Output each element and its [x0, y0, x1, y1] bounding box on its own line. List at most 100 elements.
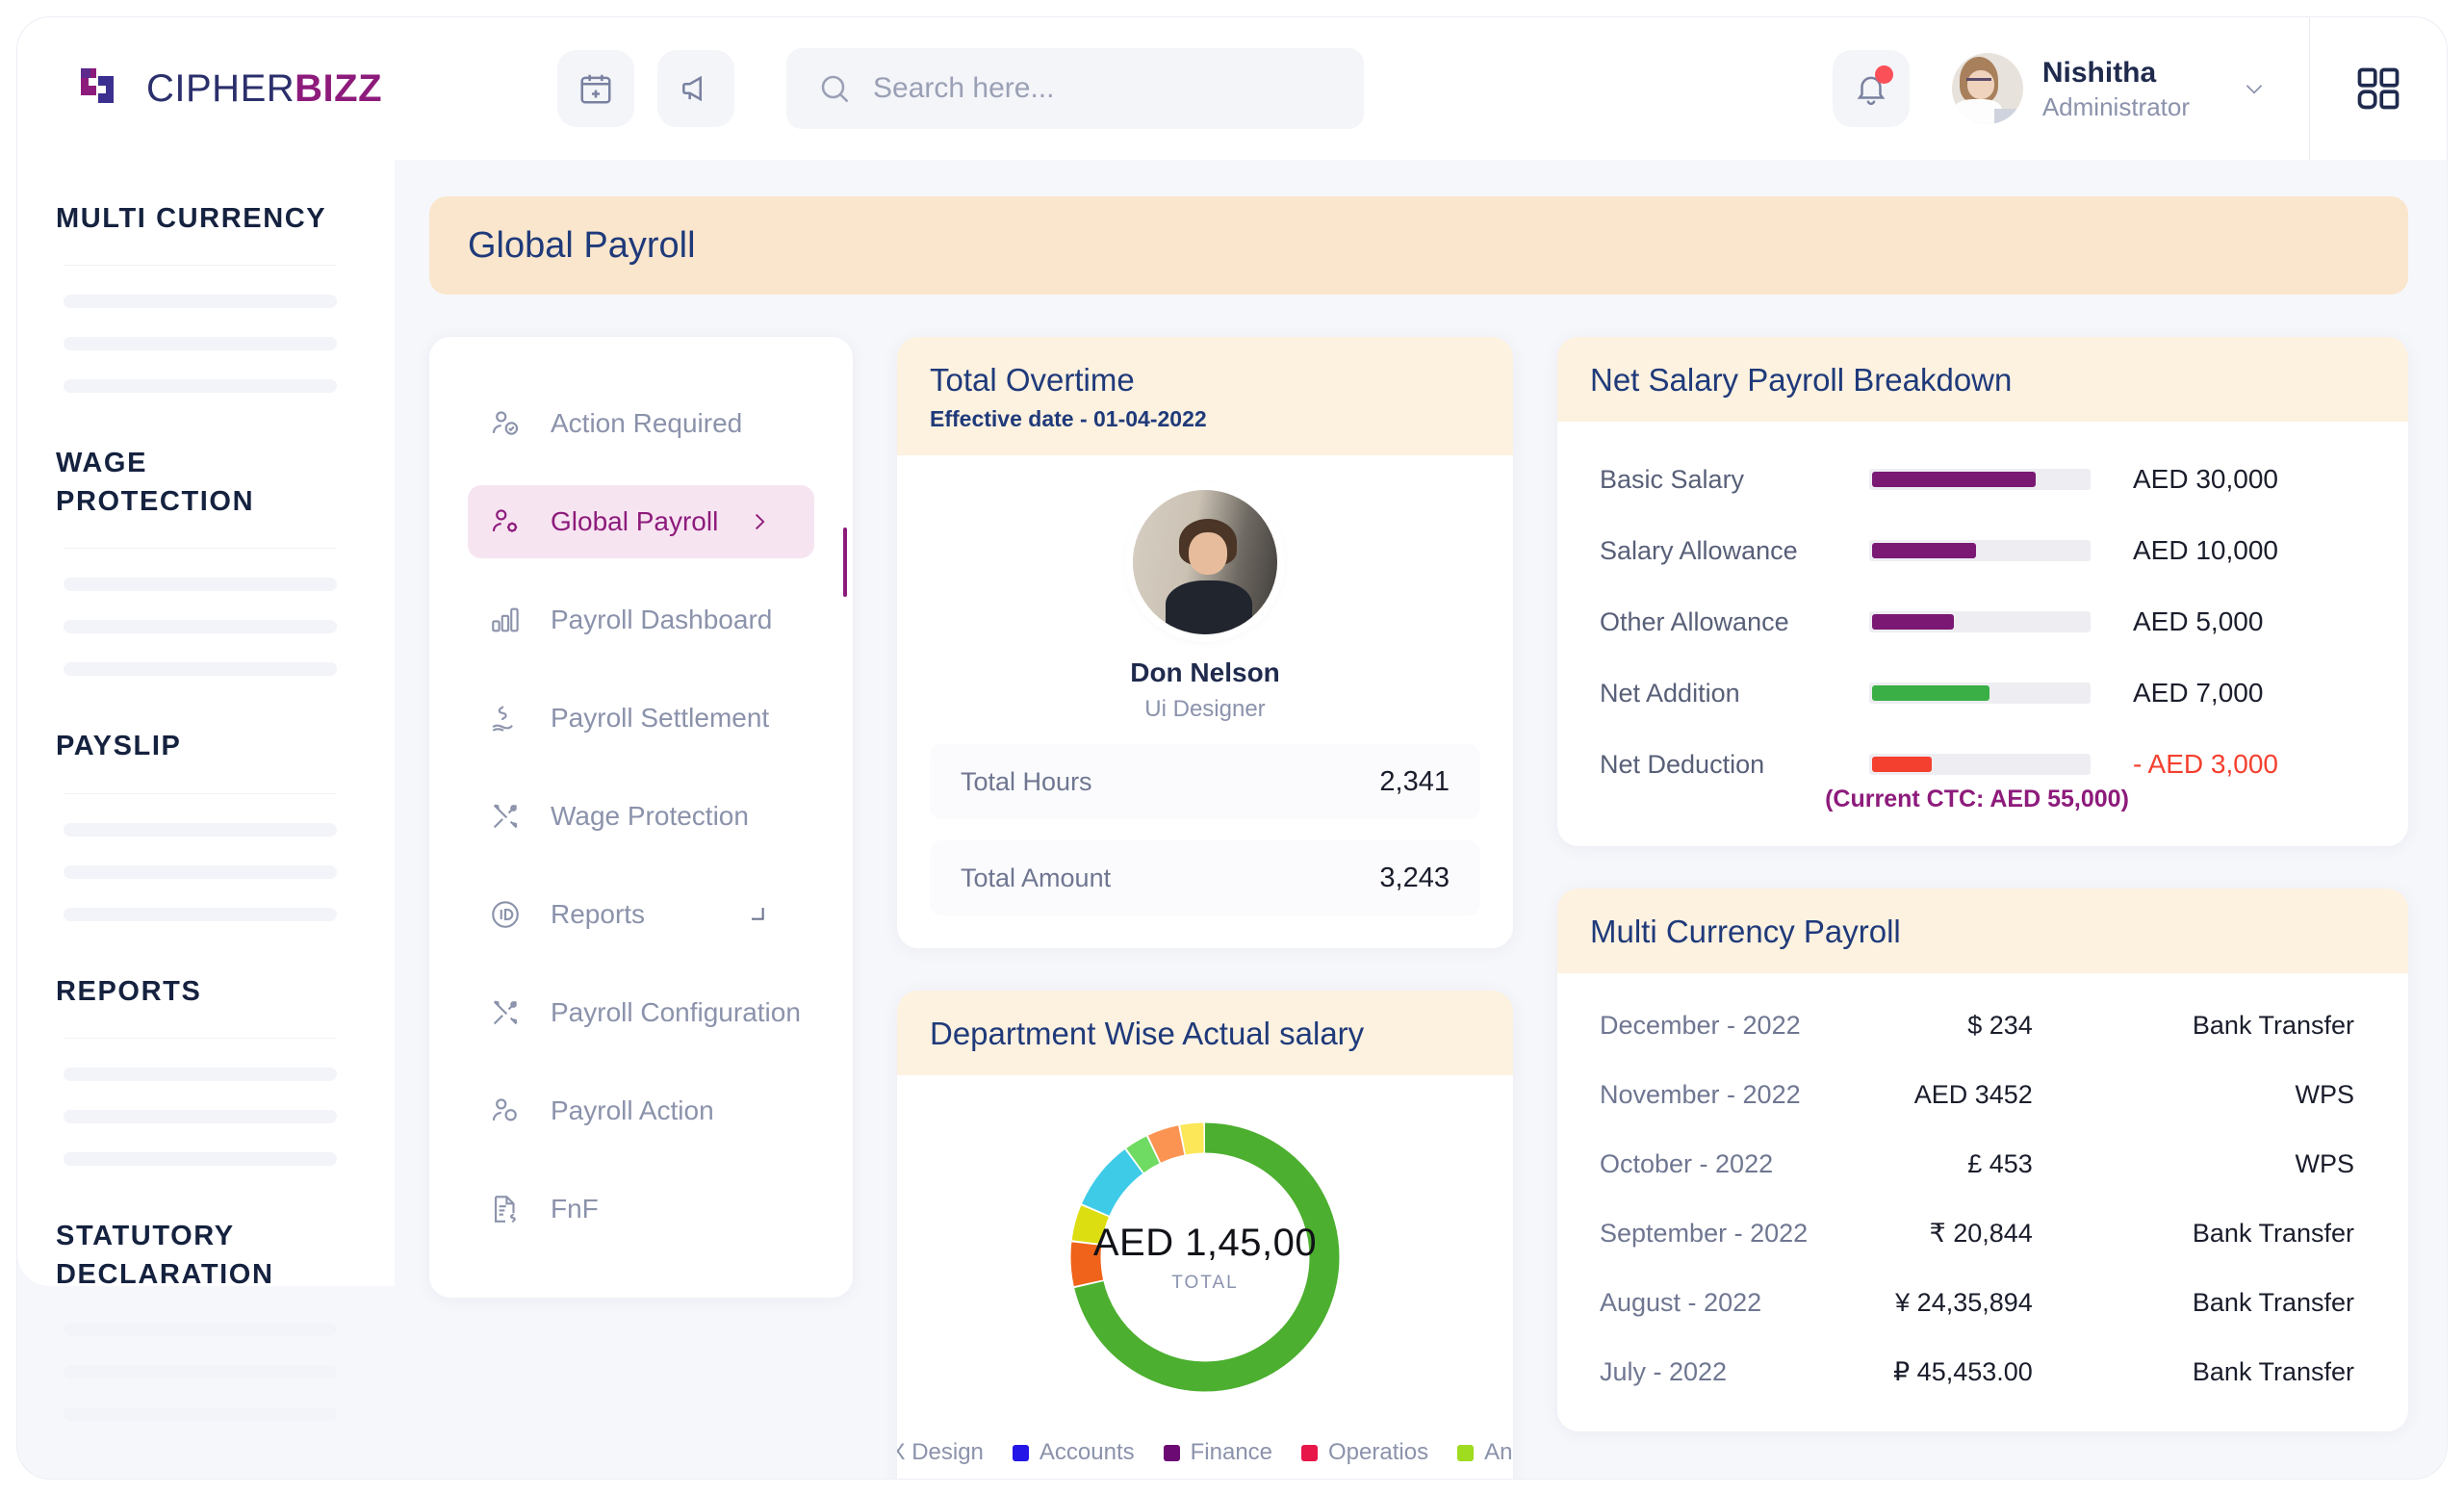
apps-grid-button[interactable]: [2310, 17, 2447, 160]
skeleton-line: [64, 1110, 337, 1124]
hand-money-icon: [492, 706, 513, 732]
skeleton-line: [64, 295, 337, 309]
sidebar-section-reports: REPORTS: [56, 973, 345, 1167]
breakdown-fill: [1872, 472, 2037, 487]
skeleton-line: [64, 1152, 337, 1167]
legend-item-android[interactable]: Android: [1457, 1439, 1513, 1466]
middle-column: Total Overtime Effective date - 01-04-20…: [897, 337, 1513, 1479]
card-header: Net Salary Payroll Breakdown: [1557, 337, 2408, 422]
sidebar-section-statutory-declaration: STATUTORY DECLARATION: [56, 1218, 345, 1422]
right-column: Net Salary Payroll Breakdown Basic Salar…: [1557, 337, 2408, 1431]
nav-item-action-required[interactable]: Action Required: [468, 387, 814, 460]
breakdown-value: - AED 3,000: [2133, 749, 2278, 779]
divider: [64, 548, 337, 550]
card-header: Total Overtime Effective date - 01-04-20…: [897, 337, 1513, 455]
breakdown-track: [1869, 540, 2091, 561]
calendar-plus-button[interactable]: [557, 50, 635, 127]
nav-item-label: Payroll Settlement: [551, 703, 770, 733]
page-title: Global Payroll: [468, 224, 696, 266]
nav-item-reports[interactable]: Reports: [468, 878, 814, 951]
legend-swatch: [1163, 1444, 1180, 1461]
card-title: Multi Currency Payroll: [1590, 914, 1901, 949]
user-name: Nishitha: [2041, 57, 2157, 89]
donut-chart: AED 1,45,00 TOTAL: [1056, 1108, 1354, 1406]
nav-item-wage-protection[interactable]: Wage Protection: [468, 780, 814, 853]
nav-item-global-payroll[interactable]: Global Payroll: [468, 485, 814, 558]
nav-item-label: Global Payroll: [551, 506, 719, 536]
sidebar-section-multi-currency: MULTI CURRENCY: [56, 200, 345, 394]
notifications-button[interactable]: [1832, 50, 1910, 127]
amount-cell: AED 3452: [1913, 1079, 2033, 1109]
breakdown-fill: [1872, 543, 1977, 558]
skeleton-line: [64, 1323, 337, 1337]
method-cell: Bank Transfer: [2192, 1010, 2354, 1040]
nav-item-label: Payroll Dashboard: [551, 605, 773, 634]
breakdown-fill: [1872, 757, 1933, 772]
skeleton-line: [64, 1407, 337, 1422]
breakdown-label: Basic Salary: [1600, 464, 1745, 494]
search-input[interactable]: Search here...: [873, 72, 1054, 105]
nav-item-payroll-dashboard[interactable]: Payroll Dashboard: [468, 583, 814, 657]
brand-logo[interactable]: CIPHERBIZZ: [77, 63, 382, 115]
donut-total-value: AED 1,45,00: [1092, 1221, 1318, 1264]
nav-item-fnf[interactable]: FnF: [468, 1172, 814, 1246]
breakdown-fill: [1872, 685, 1989, 701]
skeleton-line: [64, 379, 337, 394]
period-cell: September - 2022: [1600, 1218, 1809, 1248]
method-cell: Bank Transfer: [2192, 1218, 2354, 1248]
nav-item-label: FnF: [551, 1194, 599, 1224]
stat-value: 3,243: [1379, 862, 1450, 893]
amount-cell: £ 453: [1967, 1148, 2033, 1178]
nav-item-payroll-settlement[interactable]: Payroll Settlement: [468, 682, 814, 755]
nav-item-payroll-configuration[interactable]: Payroll Configuration: [468, 976, 814, 1049]
department-salary-card: Department Wise Actual salary AED 1,45,0…: [897, 991, 1513, 1479]
table-row[interactable]: August - 2022 ¥ 24,35,894 Bank Transfer: [1600, 1268, 2354, 1337]
calendar-plus-icon: [580, 74, 611, 104]
effective-date: Effective date - 01-04-2022: [930, 406, 1207, 431]
id-circle-icon: [492, 901, 519, 928]
notification-badge: [1874, 65, 1893, 84]
card-body: Don Nelson Ui Designer Total Hours 2,341…: [897, 455, 1513, 948]
tools-icon: [493, 804, 518, 829]
sidebar-section-payslip: PAYSLIP: [56, 728, 345, 921]
table-row[interactable]: December - 2022 $ 234 Bank Transfer: [1600, 991, 2354, 1060]
breakdown-fill: [1872, 614, 1955, 630]
divider: [64, 1038, 337, 1040]
table-row[interactable]: November - 2022 AED 3452 WPS: [1600, 1060, 2354, 1129]
stat-label: Total Hours: [961, 766, 1092, 796]
breakdown-label: Other Allowance: [1600, 606, 1789, 636]
legend-item-operatios[interactable]: Operatios: [1301, 1439, 1428, 1466]
sidebar-section-title: REPORTS: [56, 975, 202, 1007]
period-cell: October - 2022: [1600, 1148, 1774, 1178]
nav-item-payroll-action[interactable]: Payroll Action: [468, 1074, 814, 1147]
legend-item-ux-design[interactable]: UX Design: [897, 1439, 984, 1466]
left-sidebar: MULTI CURRENCY WAGE PROTECTION PAYSLIP R…: [17, 160, 395, 1422]
brand-name: CIPHERBIZZ: [146, 66, 383, 110]
table-row[interactable]: October - 2022 £ 453 WPS: [1600, 1129, 2354, 1198]
top-header: CIPHERBIZZ Search here... Nishitha Admin…: [17, 17, 2447, 160]
user-role: Administrator: [2041, 91, 2190, 121]
legend-item-accounts[interactable]: Accounts: [1012, 1439, 1135, 1466]
legend-swatch: [1012, 1444, 1029, 1461]
nav-item-label: Payroll Configuration: [551, 997, 801, 1027]
table-row[interactable]: July - 2022 ₽ 45,453.00 Bank Transfer: [1600, 1337, 2354, 1406]
announcements-button[interactable]: [657, 50, 735, 127]
nav-item-label: Reports: [551, 899, 646, 929]
table-row[interactable]: September - 2022 ₹ 20,844 Bank Transfer: [1600, 1198, 2354, 1268]
nav-item-label: Payroll Action: [551, 1095, 714, 1125]
chevron-right-icon: [771, 423, 772, 425]
legend-item-finance[interactable]: Finance: [1163, 1439, 1272, 1466]
sidebar-section-title: MULTI CURRENCY: [56, 203, 327, 234]
app-root: CIPHERBIZZ Search here... Nishitha Admin…: [0, 0, 2464, 1494]
chevron-down-icon[interactable]: [2242, 76, 2267, 101]
skeleton-line: [64, 337, 337, 351]
breakdown-track: [1869, 611, 2091, 632]
legend-row: UX Design Accounts Finance Operatios And…: [897, 1439, 1513, 1466]
divider: [64, 792, 337, 794]
user-profile-menu[interactable]: Nishitha Administrator: [1951, 53, 2267, 124]
breakdown-value: AED 5,000: [2133, 606, 2264, 636]
chart-legend: UX Design Accounts Finance Operatios And…: [897, 1439, 1513, 1479]
breakdown-row: Other Allowance AED 5,000: [1600, 606, 2354, 637]
search-bar[interactable]: Search here...: [786, 48, 1365, 129]
user-gear-icon: [492, 509, 518, 532]
